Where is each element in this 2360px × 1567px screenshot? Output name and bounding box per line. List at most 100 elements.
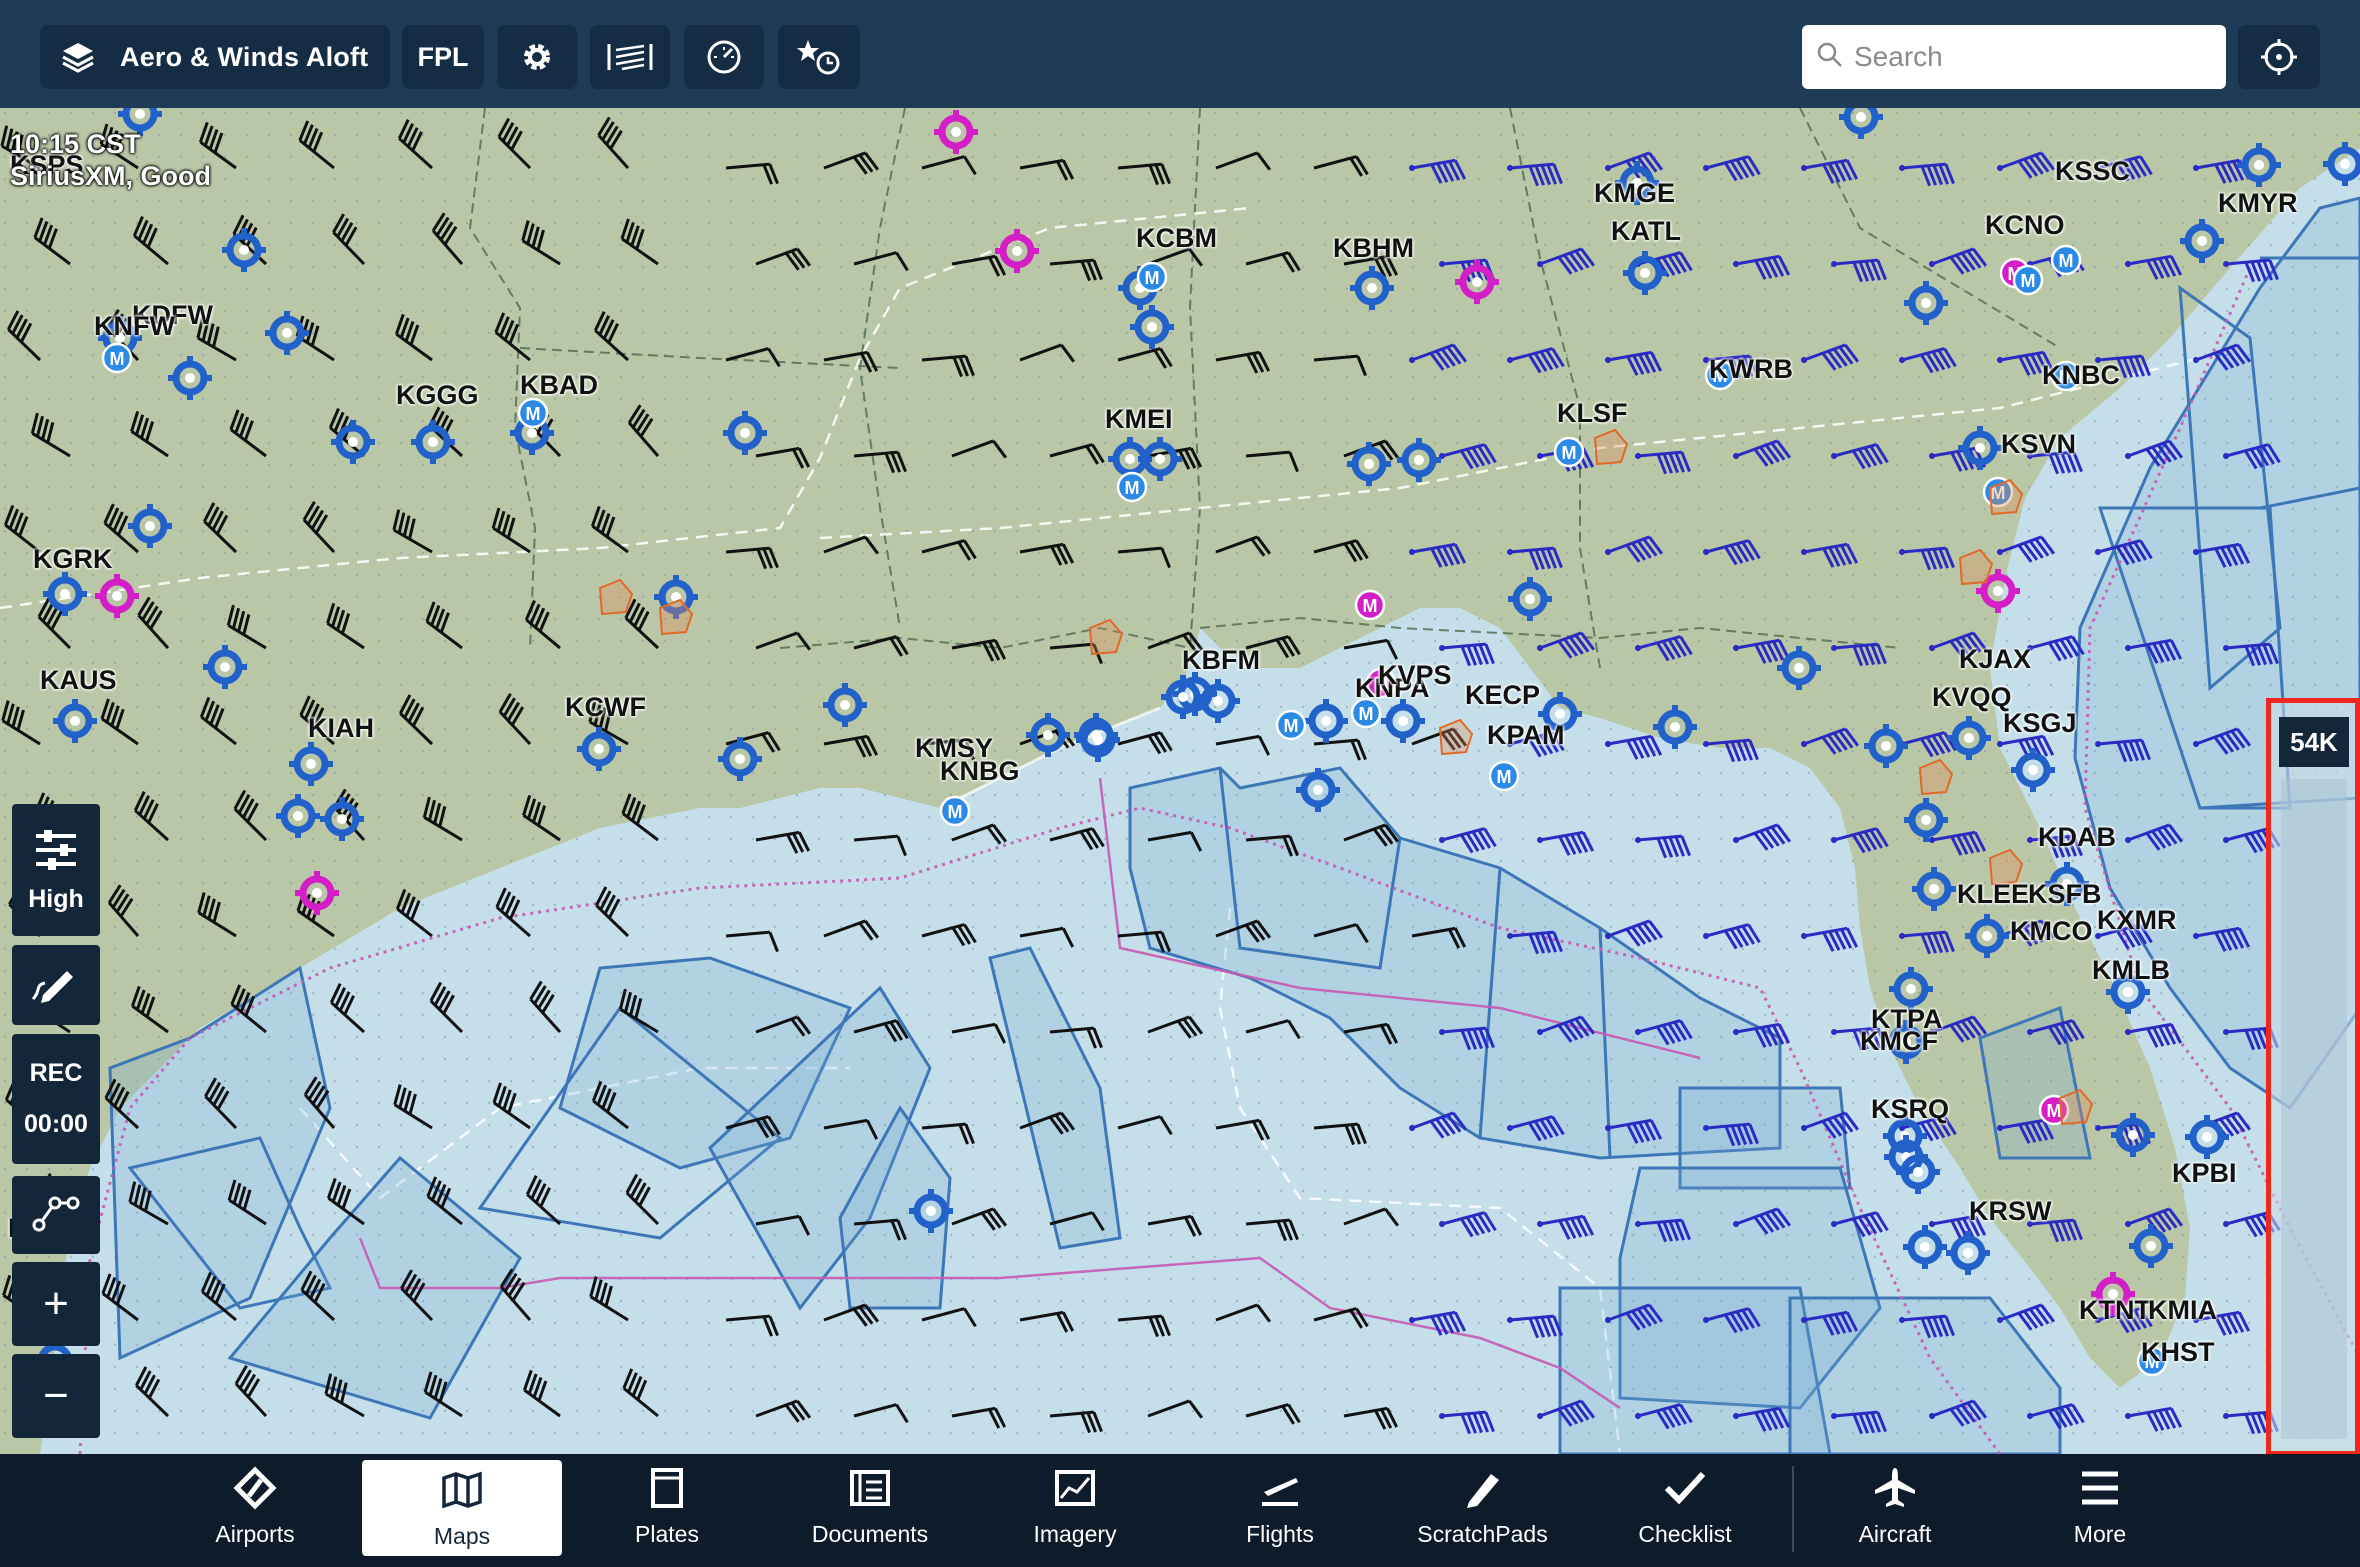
airport-label-ksgj[interactable]: KSGJ [2003, 708, 2077, 739]
metar-badge-icon[interactable]: M [939, 795, 971, 827]
airport-label-ksvn[interactable]: KSVN [2001, 429, 2076, 460]
airport-label-kgrk[interactable]: KGRK [33, 544, 113, 575]
airport-label-kcbm[interactable]: KCBM [1136, 223, 1217, 254]
airport-label-kmia[interactable]: KMIA [2148, 1295, 2217, 1326]
airport-label-kiah[interactable]: KIAH [308, 713, 374, 744]
airport-label-ksrq[interactable]: KSRQ [1871, 1094, 1949, 1125]
profile-view-button[interactable] [590, 25, 670, 89]
metar-badge-icon[interactable]: M [1553, 436, 1585, 468]
airport-symbol[interactable] [203, 645, 247, 689]
airport-symbol[interactable] [1304, 699, 1348, 743]
airport-label-kcno[interactable]: KCNO [1985, 210, 2065, 241]
airport-label-kggg[interactable]: KGGG [396, 380, 479, 411]
airport-label-kmcf[interactable]: KMCF [1860, 1026, 1938, 1057]
metar-badge-icon[interactable]: M [517, 397, 549, 429]
tab-more[interactable]: More [2030, 1454, 2170, 1567]
airport-label-kvps[interactable]: KVPS [1378, 660, 1452, 691]
airport-symbol[interactable] [95, 574, 139, 618]
route-button[interactable] [12, 1176, 100, 1254]
metar-badge-icon[interactable]: M [2050, 244, 2082, 276]
search-field[interactable] [1802, 25, 2226, 89]
airport-label-knbc[interactable]: KNBC [2042, 360, 2120, 391]
tab-plates[interactable]: Plates [605, 1454, 729, 1567]
airport-label-kbad[interactable]: KBAD [520, 370, 598, 401]
airport-symbol[interactable] [1839, 108, 1883, 139]
airport-label-kssc[interactable]: KSSC [2055, 156, 2130, 187]
airport-symbol[interactable] [1912, 867, 1956, 911]
airport-label-kbfm[interactable]: KBFM [1182, 645, 1260, 676]
zoom-out-button[interactable]: − [12, 1354, 100, 1438]
airport-symbol[interactable] [295, 871, 339, 915]
airport-label-kmco[interactable]: KMCO [2010, 916, 2093, 947]
airport-label-katl[interactable]: KATL [1611, 216, 1681, 247]
map-settings-button[interactable] [497, 25, 577, 89]
airport-symbol[interactable] [577, 727, 621, 771]
airport-symbol[interactable] [1864, 724, 1908, 768]
airport-symbol[interactable] [53, 699, 97, 743]
airport-label-kpbi[interactable]: KPBI [2172, 1158, 2237, 1189]
airport-symbol[interactable] [1965, 914, 2009, 958]
map-view[interactable]: MMMMMMMMMMMMMMMMMMMMMM KSPSKDFWKNFWKGGGK… [0, 108, 2360, 1454]
search-input[interactable] [1854, 41, 2214, 73]
airport-symbol[interactable] [1296, 768, 1340, 812]
airport-symbol[interactable] [168, 356, 212, 400]
airport-symbol[interactable] [2237, 143, 2281, 187]
airport-label-knbg[interactable]: KNBG [940, 756, 1020, 787]
airport-label-kbhm[interactable]: KBHM [1333, 233, 1414, 264]
airport-symbol[interactable] [723, 411, 767, 455]
airport-symbol[interactable] [1947, 716, 1991, 760]
airport-label-kcwf[interactable]: KCWF [565, 692, 646, 723]
metar-badge-icon[interactable]: M [1116, 471, 1148, 503]
tab-aircraft[interactable]: Aircraft [1830, 1454, 1960, 1567]
locate-button[interactable] [2238, 25, 2320, 89]
airport-symbol[interactable] [1397, 438, 1441, 482]
tab-maps[interactable]: Maps [362, 1460, 562, 1556]
airport-symbol[interactable] [276, 794, 320, 838]
airport-label-kmei[interactable]: KMEI [1105, 404, 1173, 435]
airport-symbol[interactable] [718, 737, 762, 781]
airport-symbol[interactable] [1653, 705, 1697, 749]
airport-symbol[interactable] [1904, 281, 1948, 325]
metar-badge-icon[interactable]: M [1136, 261, 1168, 293]
metar-badge-icon[interactable]: M [1275, 709, 1307, 741]
tab-scratchpads[interactable]: ScratchPads [1405, 1454, 1560, 1567]
record-track-button[interactable]: REC 00:00 [12, 1034, 100, 1164]
airport-label-ksfb[interactable]: KSFB [2028, 879, 2102, 910]
airport-label-krsw[interactable]: KRSW [1969, 1196, 2052, 1227]
tab-flights[interactable]: Flights [1210, 1454, 1350, 1567]
airport-symbol[interactable] [934, 110, 978, 154]
metar-badge-icon[interactable]: M [101, 342, 133, 374]
airport-label-kmge[interactable]: KMGE [1594, 178, 1675, 209]
airport-symbol[interactable] [1904, 798, 1948, 842]
airport-symbol[interactable] [1455, 260, 1499, 304]
altitude-slider[interactable]: 54K [2266, 698, 2360, 1454]
metar-badge-icon[interactable]: M [1488, 760, 1520, 792]
airport-symbol[interactable] [2180, 219, 2224, 263]
airport-label-kecp[interactable]: KECP [1465, 680, 1540, 711]
airport-label-kdab[interactable]: KDAB [2038, 822, 2116, 853]
airport-label-klsf[interactable]: KLSF [1557, 398, 1628, 429]
airport-label-kxmr[interactable]: KXMR [2097, 905, 2177, 936]
airport-symbol[interactable] [1026, 713, 1070, 757]
airport-symbol[interactable] [222, 228, 266, 272]
metar-badge-icon[interactable]: M [1354, 589, 1386, 621]
zoom-in-button[interactable]: + [12, 1262, 100, 1346]
airport-label-kaus[interactable]: KAUS [40, 665, 117, 696]
favorites-recent-button[interactable] [778, 25, 860, 89]
altitude-badge[interactable]: 54K [2279, 717, 2349, 767]
draw-button[interactable] [12, 945, 100, 1025]
airport-symbol[interactable] [1130, 305, 1174, 349]
tab-documents[interactable]: Documents [800, 1454, 940, 1567]
airport-label-ktnt[interactable]: KTNT [2079, 1295, 2151, 1326]
airport-symbol[interactable] [823, 683, 867, 727]
airport-label-kwrb[interactable]: KWRB [1709, 354, 1793, 385]
airport-label-khst[interactable]: KHST [2141, 1337, 2215, 1368]
instruments-button[interactable] [684, 25, 764, 89]
airport-label-kmlb[interactable]: KMLB [2092, 955, 2170, 986]
layers-button[interactable]: Aero & Winds Aloft [40, 25, 390, 89]
tab-imagery[interactable]: Imagery [1010, 1454, 1140, 1567]
airport-symbol[interactable] [1946, 1231, 1990, 1275]
altitude-slider-track[interactable] [2281, 779, 2347, 1439]
airport-symbol[interactable] [2011, 748, 2055, 792]
tab-checklist[interactable]: Checklist [1610, 1454, 1760, 1567]
